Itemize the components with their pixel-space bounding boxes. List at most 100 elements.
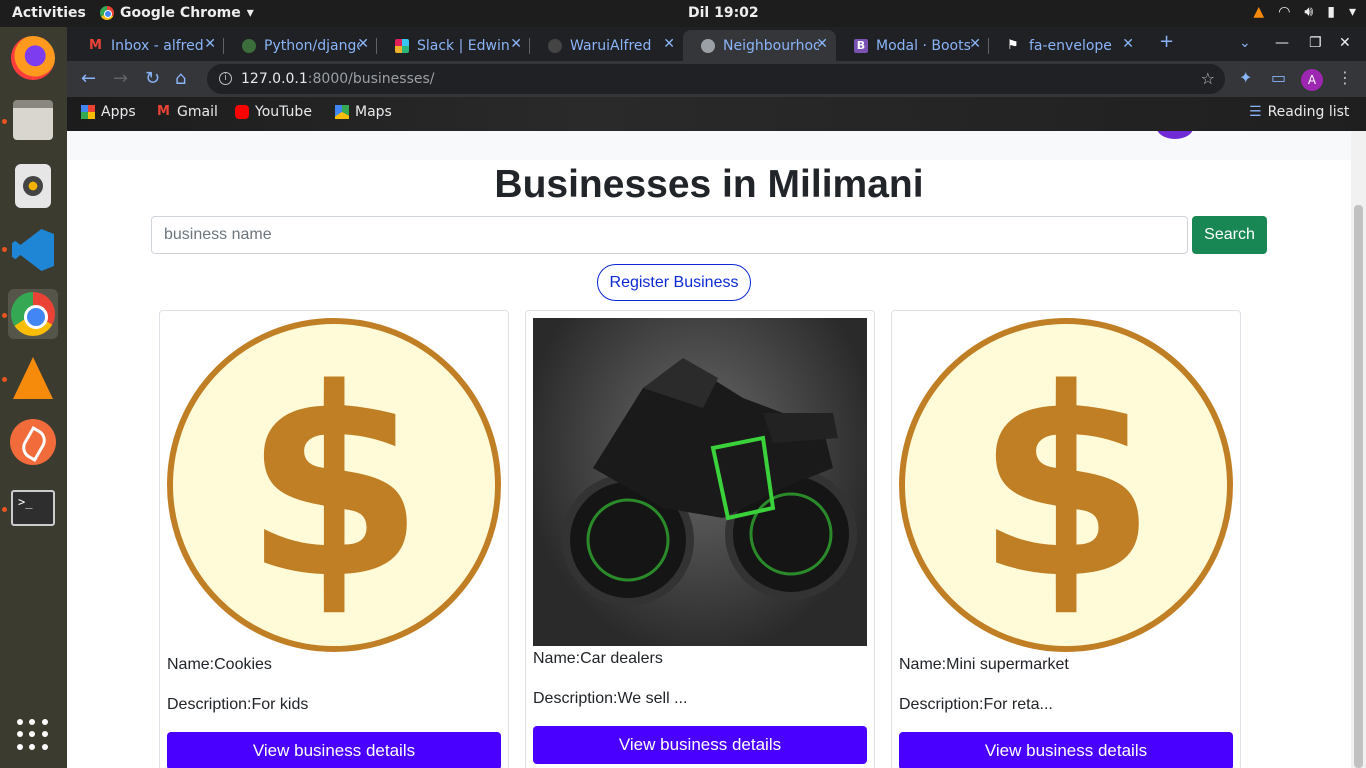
- page-scrollbar[interactable]: [1351, 131, 1366, 768]
- maps-icon: [335, 105, 349, 119]
- motorcycle-photo: [533, 318, 867, 646]
- close-icon[interactable]: ✕: [1122, 36, 1134, 52]
- tab-title: Inbox - alfred: [111, 37, 204, 54]
- site-navbar: [67, 131, 1351, 160]
- apps-grid-icon: [81, 105, 95, 119]
- profile-avatar[interactable]: A: [1301, 69, 1323, 91]
- clock[interactable]: Dil 19:02: [688, 5, 759, 21]
- app-menu[interactable]: Google Chrome ▾: [100, 5, 254, 21]
- close-icon[interactable]: ✕: [204, 36, 216, 52]
- python-icon: [242, 38, 256, 53]
- home-icon[interactable]: ⌂: [175, 68, 186, 89]
- app-menu-label: Google Chrome: [120, 5, 241, 21]
- bookmark-label: YouTube: [255, 104, 312, 120]
- minimize-button[interactable]: —: [1275, 35, 1289, 51]
- postman-icon: [10, 419, 56, 465]
- forward-arrow-icon[interactable]: →: [113, 68, 128, 89]
- tab-0[interactable]: M Inbox - alfred ✕: [71, 30, 224, 61]
- maximize-button[interactable]: ❐: [1309, 35, 1322, 51]
- running-indicator: [2, 377, 7, 382]
- activities-button[interactable]: Activities: [12, 5, 86, 21]
- business-name: Name:Car dealers: [533, 650, 663, 667]
- business-card: $ Name:Cookies Description:For kids View…: [159, 310, 509, 768]
- info-icon[interactable]: i: [219, 72, 232, 85]
- navbar-avatar[interactable]: [1157, 131, 1193, 139]
- system-tray[interactable]: ▲ ◠ 🔊︎ ▮ ▾: [1253, 4, 1356, 20]
- bookmark-label: Gmail: [177, 104, 218, 120]
- bootstrap-icon: B: [854, 38, 868, 53]
- bookmark-star-icon[interactable]: ☆: [1201, 64, 1215, 94]
- tab-3[interactable]: WaruiAlfred ✕: [530, 30, 683, 61]
- firefox-icon: [11, 36, 55, 80]
- menu-kebab-icon[interactable]: ⋮: [1337, 68, 1353, 87]
- speaker-icon: [15, 164, 51, 208]
- cast-icon[interactable]: ▭: [1271, 68, 1286, 87]
- flag-icon: ⚑: [1007, 37, 1019, 53]
- vlc-tray-icon[interactable]: ▲: [1253, 4, 1264, 20]
- web-page: Businesses in Milimani Search Register B…: [67, 131, 1351, 768]
- bookmark-apps[interactable]: Apps: [81, 104, 136, 120]
- dock-chrome[interactable]: [8, 289, 58, 339]
- close-icon[interactable]: ✕: [357, 36, 369, 52]
- tab-search-chevron-icon[interactable]: ⌄: [1239, 35, 1251, 51]
- business-description: Description:For reta...: [899, 696, 1053, 713]
- tab-5[interactable]: B Modal · Bootstrap ✕: [836, 30, 989, 61]
- tab-4[interactable]: Neighbourhood ✕: [683, 30, 836, 61]
- view-business-details-button[interactable]: View business details: [533, 726, 867, 764]
- gmail-icon: M: [89, 37, 102, 53]
- files-icon: [13, 100, 53, 140]
- business-card: Name:Car dealers Description:We sell ...…: [525, 310, 875, 768]
- bookmark-maps[interactable]: Maps: [335, 104, 392, 120]
- dock-rhythmbox[interactable]: [8, 161, 58, 211]
- dock-terminal[interactable]: >_: [8, 483, 58, 533]
- bookmark-youtube[interactable]: YouTube: [235, 104, 312, 120]
- back-arrow-icon[interactable]: ←: [81, 68, 96, 89]
- bookmarks-bar: Apps M Gmail YouTube Maps ☰ Reading list: [67, 97, 1366, 131]
- view-business-details-button[interactable]: View business details: [899, 732, 1233, 768]
- extensions-puzzle-icon[interactable]: ✦: [1239, 68, 1252, 87]
- tab-2[interactable]: Slack | Edwin ✕: [377, 30, 530, 61]
- scrollbar-thumb[interactable]: [1354, 205, 1363, 768]
- dock-vlc[interactable]: [8, 353, 58, 403]
- close-icon[interactable]: ✕: [510, 36, 522, 52]
- app-grid-icon: [17, 719, 49, 751]
- motorcycle-illustration: [562, 358, 857, 606]
- close-icon[interactable]: ✕: [969, 36, 981, 52]
- running-indicator: [2, 247, 7, 252]
- close-icon[interactable]: ✕: [816, 36, 828, 52]
- close-icon[interactable]: ✕: [663, 36, 675, 52]
- dock-firefox[interactable]: [8, 33, 58, 83]
- browser-toolbar: ← → ↻ ⌂ i 127.0.0.1:8000/businesses/ ☆ ✦…: [67, 61, 1366, 97]
- dock-vscode[interactable]: [8, 225, 58, 275]
- tab-title: Python/django: [264, 37, 360, 54]
- vscode-icon: [12, 229, 54, 271]
- globe-icon: [701, 38, 715, 53]
- close-window-button[interactable]: ✕: [1339, 35, 1351, 51]
- dock-postman[interactable]: [8, 417, 58, 467]
- tab-title: Slack | Edwin: [417, 37, 510, 54]
- address-bar[interactable]: i 127.0.0.1:8000/businesses/ ☆: [207, 64, 1225, 94]
- url-path: :8000/businesses/: [307, 71, 435, 87]
- bookmark-gmail[interactable]: M Gmail: [157, 104, 218, 120]
- search-input[interactable]: [151, 216, 1188, 254]
- show-applications[interactable]: [8, 710, 58, 760]
- dock-files[interactable]: [8, 95, 58, 145]
- dollar-coin-icon: $: [167, 318, 501, 652]
- business-description: Description:We sell ...: [533, 690, 688, 707]
- bookmark-label: Maps: [355, 104, 392, 120]
- reading-list-label: Reading list: [1267, 104, 1350, 120]
- search-button[interactable]: Search: [1192, 216, 1267, 254]
- view-business-details-button[interactable]: View business details: [167, 732, 501, 768]
- register-business-button[interactable]: Register Business: [597, 264, 751, 301]
- dock: >_: [0, 27, 67, 768]
- vlc-icon: [13, 357, 53, 399]
- new-tab-button[interactable]: +: [1159, 31, 1174, 52]
- reload-icon[interactable]: ↻: [145, 68, 160, 89]
- business-name: Name:Cookies: [167, 656, 272, 673]
- tab-6[interactable]: ⚑ fa-envelope ✕: [989, 30, 1142, 61]
- tab-title: Neighbourhood: [723, 37, 819, 54]
- reading-list-button[interactable]: ☰ Reading list: [1249, 104, 1349, 120]
- caret-down-icon: ▾: [246, 5, 254, 21]
- tab-1[interactable]: Python/django ✕: [224, 30, 377, 61]
- chrome-icon: [100, 6, 114, 20]
